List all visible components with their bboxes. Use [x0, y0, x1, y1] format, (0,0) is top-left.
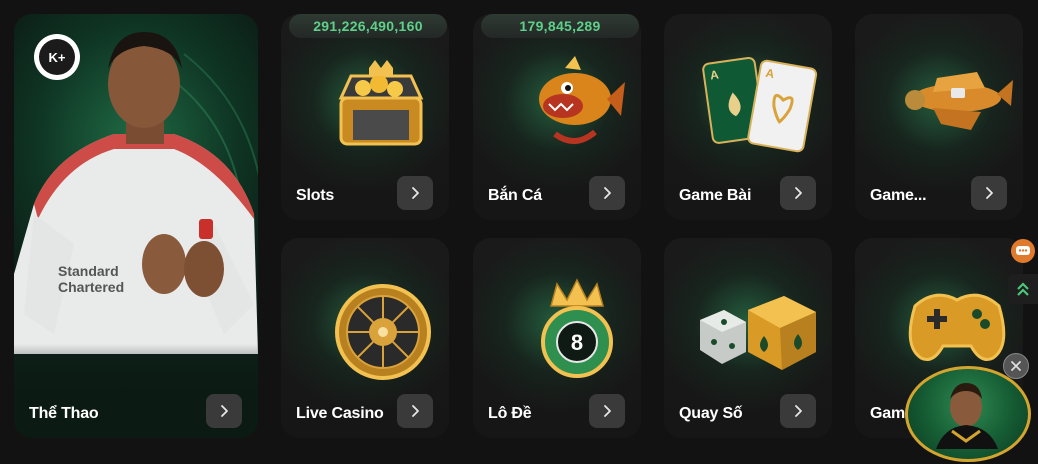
svg-text:8: 8: [571, 330, 583, 355]
treasure-chest-icon: [338, 60, 424, 146]
chat-support-icon: [1011, 239, 1035, 263]
slots-jackpot: 291,226,490,160: [289, 14, 447, 38]
card-games-arrow-button[interactable]: [780, 176, 816, 210]
number-draw-arrow-button[interactable]: [780, 394, 816, 428]
arrow-right-icon: [604, 405, 611, 417]
card-games-card[interactable]: A A Game Bài: [664, 14, 832, 220]
arrow-right-icon: [412, 187, 419, 199]
number-draw-label: Quay Số: [679, 405, 743, 422]
promo-avatar-icon: [936, 383, 998, 449]
playing-cards-icon: A A: [702, 56, 818, 153]
arrow-right-icon: [221, 405, 228, 417]
scroll-top-button[interactable]: [1008, 274, 1038, 304]
lottery-arrow-button[interactable]: [589, 394, 625, 428]
live-casino-label: Live Casino: [296, 405, 384, 422]
other-games-card[interactable]: Game...: [855, 14, 1023, 220]
chat-support-button[interactable]: [1008, 236, 1038, 266]
scroll-top-icon: [1017, 282, 1029, 296]
fishing-jackpot: 179,845,289: [481, 14, 639, 38]
arrow-right-icon: [795, 405, 802, 417]
fishing-label: Bắn Cá: [488, 187, 542, 204]
arrow-right-icon: [986, 187, 993, 199]
arrow-right-icon: [795, 187, 802, 199]
promo-banner[interactable]: [905, 366, 1031, 462]
live-casino-arrow-button[interactable]: [397, 394, 433, 428]
esports-label: Gam: [870, 405, 905, 422]
fishing-arrow-button[interactable]: [589, 176, 625, 210]
number-draw-card[interactable]: Quay Số: [664, 238, 832, 438]
other-games-label: Game...: [870, 187, 927, 204]
slots-arrow-button[interactable]: [397, 176, 433, 210]
fish-icon: [539, 56, 625, 144]
card-games-label: Game Bài: [679, 187, 752, 204]
fishing-card[interactable]: Bắn Cá: [473, 14, 641, 220]
arrow-right-icon: [604, 187, 611, 199]
airplane-icon: [905, 72, 1013, 130]
dice-icon: [700, 296, 816, 370]
arrow-right-icon: [412, 405, 419, 417]
gamepad-icon: [908, 293, 1006, 361]
close-icon: [1011, 361, 1021, 371]
slots-card[interactable]: Slots: [281, 14, 449, 220]
lottery-card[interactable]: 8 Lô Đề: [473, 238, 641, 438]
brand-logo-text: K+: [39, 39, 75, 75]
brand-logo: K+: [34, 34, 80, 80]
promo-close-button[interactable]: [1003, 353, 1029, 379]
live-casino-card[interactable]: Live Casino: [281, 238, 449, 438]
sports-card[interactable]: Standard Chartered K+ Thể Thao: [14, 14, 258, 438]
svg-text:Chartered: Chartered: [58, 279, 124, 295]
sports-arrow-button[interactable]: [206, 394, 242, 428]
roulette-icon: [335, 284, 431, 380]
slots-label: Slots: [296, 187, 335, 204]
lottery-label: Lô Đề: [488, 405, 532, 422]
sports-label: Thể Thao: [29, 405, 99, 422]
lottery-ball-icon: 8: [541, 278, 613, 378]
svg-text:Standard: Standard: [58, 263, 119, 279]
other-games-arrow-button[interactable]: [971, 176, 1007, 210]
